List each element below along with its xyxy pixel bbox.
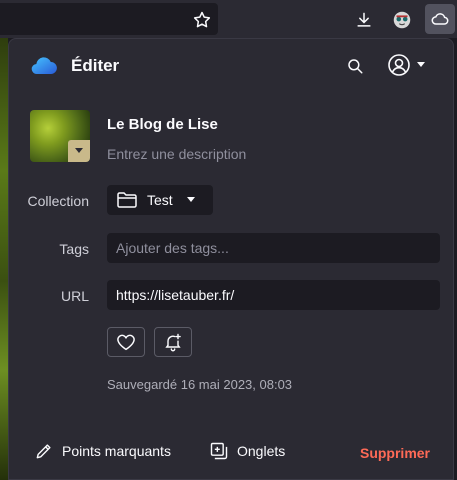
url-label: URL xyxy=(60,288,89,304)
delete-button[interactable]: Supprimer xyxy=(360,445,430,461)
browser-toolbar xyxy=(0,0,457,38)
popup-header: Éditer xyxy=(9,39,453,93)
download-icon[interactable] xyxy=(352,8,376,32)
tabs-plus-icon xyxy=(210,442,228,460)
highlights-label: Points marquants xyxy=(62,443,171,459)
collection-value: Test xyxy=(147,192,173,208)
favorite-button[interactable] xyxy=(107,327,145,357)
caret-down-icon xyxy=(186,197,195,202)
bell-plus-icon xyxy=(165,333,181,352)
background-image xyxy=(0,38,8,480)
address-bar[interactable] xyxy=(0,3,218,35)
app-logo-icon xyxy=(31,54,57,76)
highlights-button[interactable]: Points marquants xyxy=(34,441,171,461)
description-input[interactable]: Entrez une description xyxy=(107,146,246,162)
site-name[interactable]: Le Blog de Lise xyxy=(107,116,218,133)
extension-icon[interactable] xyxy=(390,8,414,32)
search-icon[interactable] xyxy=(343,54,367,78)
avatar-icon xyxy=(388,54,410,76)
saved-timestamp: Sauvegardé 16 mai 2023, 08:03 xyxy=(107,377,293,392)
account-menu-button[interactable] xyxy=(387,51,433,79)
url-input[interactable] xyxy=(107,280,440,310)
thumbnail-dropdown-icon[interactable] xyxy=(68,140,90,162)
page-title: Éditer xyxy=(71,56,120,75)
popup-footer: Points marquants Onglets Supprimer xyxy=(9,437,453,467)
pencil-icon xyxy=(36,444,51,459)
tabs-label: Onglets xyxy=(237,443,286,459)
tags-label: Tags xyxy=(59,241,89,257)
heart-icon xyxy=(117,334,135,351)
tags-input[interactable] xyxy=(107,233,440,263)
tabs-button[interactable]: Onglets xyxy=(209,441,285,461)
collection-label: Collection xyxy=(27,193,89,209)
browser-window: Éditer Le Blog de Lise Entrez une descri… xyxy=(0,0,457,480)
edit-popup: Éditer Le Blog de Lise Entrez une descri… xyxy=(8,38,454,480)
reminder-button[interactable] xyxy=(154,327,192,357)
collection-select[interactable]: Test xyxy=(107,185,213,215)
folder-icon xyxy=(117,192,137,208)
bookmark-star-icon[interactable] xyxy=(190,8,214,32)
caret-down-icon xyxy=(417,62,425,67)
cloud-icon[interactable] xyxy=(425,4,455,34)
